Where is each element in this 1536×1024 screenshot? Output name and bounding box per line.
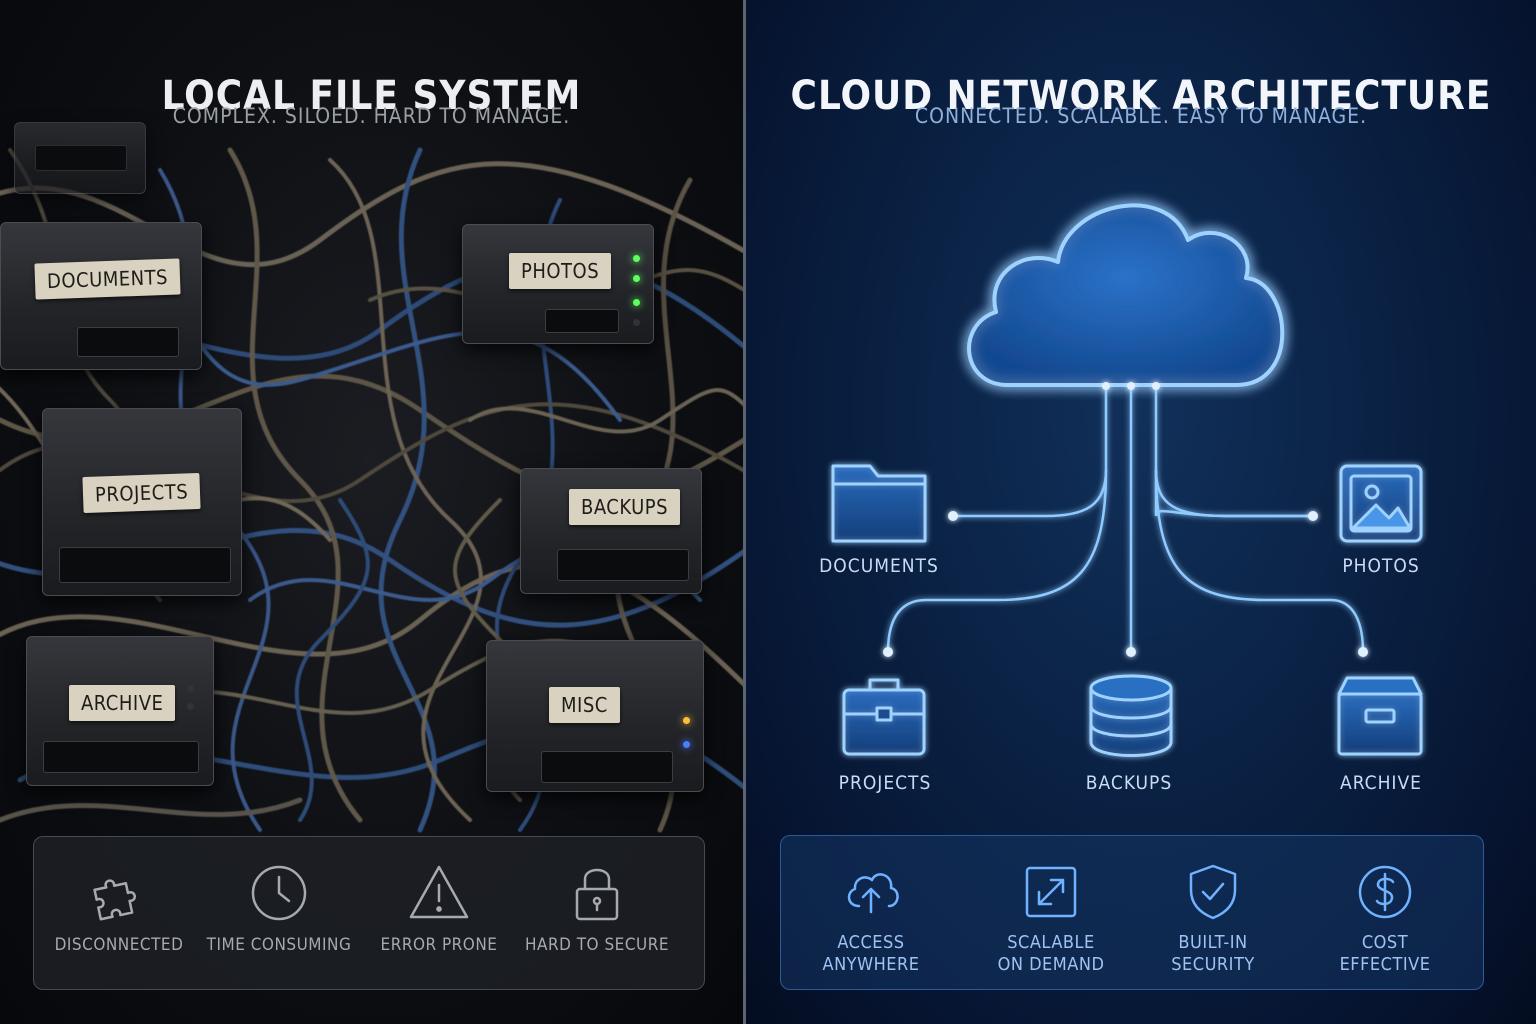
feature-hard-to-secure: HARD TO SECURE: [522, 837, 672, 989]
feature-line2: SECURITY: [1171, 954, 1255, 975]
expand-icon: [1025, 866, 1077, 918]
box-label-photos: PHOTOS: [509, 253, 612, 289]
briefcase-icon: [842, 678, 926, 756]
feature-line2: ON DEMAND: [997, 954, 1105, 975]
feature-label: DISCONNECTED: [54, 935, 184, 955]
local-file-system-panel: LOCAL FILE SYSTEM COMPLEX. SILOED. HARD …: [0, 0, 743, 1024]
feature-disconnected: DISCONNECTED: [34, 837, 204, 989]
node-label-photos: PHOTOS: [1342, 555, 1420, 577]
puzzle-icon: [93, 879, 136, 921]
node-label-documents: DOCUMENTS: [819, 555, 939, 577]
shield-check-icon: [1189, 864, 1237, 920]
storage-box-projects: PROJECTS: [42, 408, 242, 596]
clock-icon: [251, 865, 307, 921]
box-label-backups: BACKUPS: [569, 489, 681, 525]
feature-line2: ANYWHERE: [822, 954, 920, 975]
dollar-icon: [1358, 865, 1412, 919]
folder-icon: [831, 464, 927, 543]
feature-label: ERROR PRONE: [380, 935, 498, 955]
storage-box-backups: BACKUPS: [520, 468, 702, 594]
feature-label: TIME CONSUMING: [206, 935, 352, 955]
node-label-projects: PROJECTS: [838, 772, 932, 794]
image-icon: [1339, 464, 1423, 543]
feature-line1: BUILT-IN: [1178, 932, 1248, 953]
archive-box-icon: [1337, 676, 1423, 756]
storage-box-top-left: [14, 122, 146, 194]
storage-box-archive: ARCHIVE: [26, 636, 214, 786]
cloud-network-diagram: [831, 203, 1423, 757]
box-label-projects: PROJECTS: [82, 472, 201, 514]
database-icon: [1089, 674, 1173, 757]
feature-error-prone: ERROR PRONE: [364, 837, 514, 989]
feature-security: BUILT-IN SECURITY: [1133, 836, 1293, 989]
feature-cost-effective: COST EFFECTIVE: [1305, 836, 1465, 989]
feature-line1: COST: [1361, 932, 1409, 953]
connector-lines: [886, 386, 1365, 653]
storage-box-misc: MISC: [486, 640, 704, 792]
feature-line1: SCALABLE: [1007, 932, 1095, 953]
lock-icon: [575, 868, 619, 921]
cloud-upload-icon: [847, 873, 899, 914]
node-label-archive: ARCHIVE: [1340, 772, 1422, 794]
cloud-benefits-bar: ACCESS ANYWHERE SCALABLE ON DEMAND BUILT-I…: [780, 835, 1484, 990]
comparison-infographic: LOCAL FILE SYSTEM COMPLEX. SILOED. HARD …: [0, 0, 1536, 1024]
cloud-icon: [967, 203, 1285, 387]
storage-box-documents: DOCUMENTS: [0, 222, 202, 370]
feature-label: HARD TO SECURE: [525, 935, 669, 955]
warning-icon: [409, 865, 469, 919]
feature-time-consuming: TIME CONSUMING: [204, 837, 354, 989]
node-label-backups: BACKUPS: [1085, 772, 1173, 794]
cloud-architecture-panel: CLOUD NETWORK ARCHITECTURE CONNECTED. SC…: [746, 0, 1536, 1024]
feature-line1: ACCESS: [837, 932, 905, 953]
local-drawbacks-bar: DISCONNECTED TIME CONSUMING ERROR PRONE: [33, 836, 705, 990]
storage-box-photos: PHOTOS: [462, 224, 654, 344]
feature-scalable: SCALABLE ON DEMAND: [971, 836, 1131, 989]
box-label-misc: MISC: [549, 687, 620, 723]
box-label-documents: DOCUMENTS: [34, 258, 181, 300]
box-label-archive: ARCHIVE: [69, 685, 176, 721]
feature-access-anywhere: ACCESS ANYWHERE: [791, 836, 951, 989]
feature-line2: EFFECTIVE: [1339, 954, 1431, 975]
